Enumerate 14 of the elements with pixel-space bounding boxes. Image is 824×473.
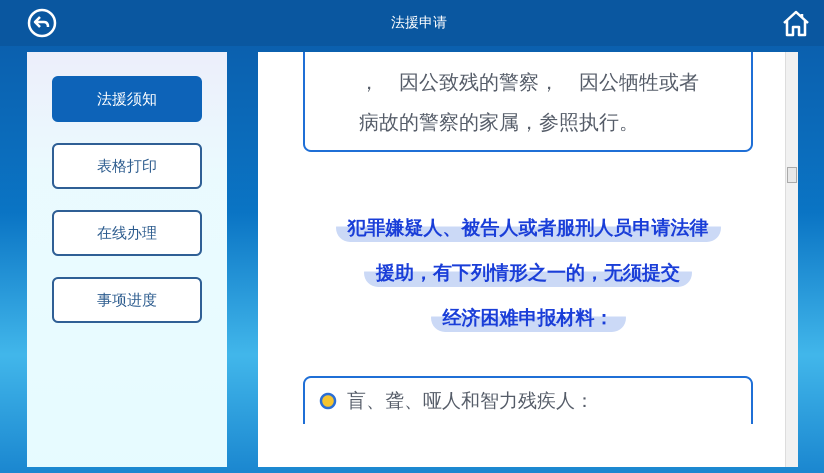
sidebar-item[interactable]: 在线办理	[52, 210, 202, 256]
sidebar-item[interactable]: 法援须知	[52, 76, 202, 122]
sidebar-item[interactable]: 事项进度	[52, 277, 202, 323]
list-item-text: 盲、聋、哑人和智力残疾人：	[347, 389, 594, 414]
bullet-icon	[319, 392, 337, 410]
heading-text: 经济困难申报材料：	[430, 304, 626, 332]
heading-text: 援助，有下列情形之一的，无须提交	[364, 259, 692, 287]
home-icon	[781, 8, 811, 38]
page-title: 法援申请	[391, 14, 447, 32]
sidebar-item[interactable]: 表格打印	[52, 143, 202, 189]
scrollbar[interactable]	[785, 52, 798, 467]
back-button[interactable]	[26, 7, 58, 39]
notice-text: ， 因公致残的警察， 因公牺牲或者	[359, 69, 700, 96]
notice-text: 病故的警察的家属，参照执行。	[359, 109, 640, 136]
